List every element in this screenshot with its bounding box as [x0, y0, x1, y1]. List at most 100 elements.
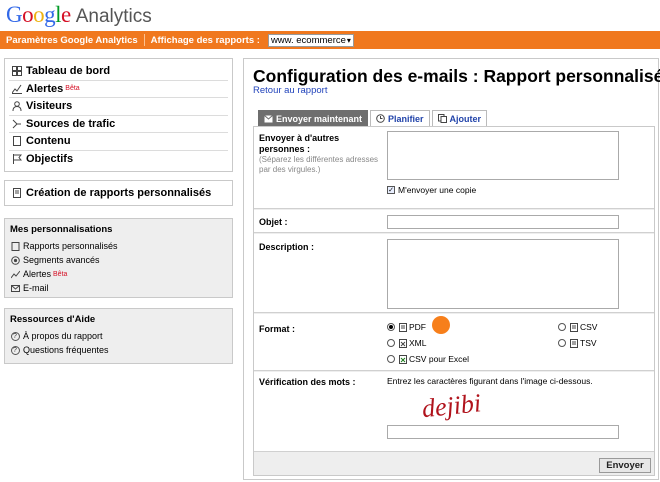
sidebar-item-label: Visiteurs	[26, 100, 73, 113]
perso-item-label: Alertes	[23, 269, 52, 279]
description-field[interactable]	[387, 239, 619, 309]
format-label-pdf: PDF	[409, 322, 426, 332]
personalisations-panel: Mes personnalisations Rapports personnal…	[4, 218, 233, 298]
recipients-field[interactable]	[387, 131, 619, 180]
google-wordmark: Google	[6, 2, 71, 27]
send-copy-row[interactable]: ✓ M'envoyer une copie	[387, 185, 476, 195]
report-icon	[12, 188, 22, 198]
beta-badge: Bêta	[65, 85, 80, 93]
flag-icon	[12, 154, 22, 165]
page-title: Configuration des e-mails : Rapport pers…	[253, 66, 660, 86]
format-radio-xml[interactable]	[387, 339, 395, 347]
sidebar-nav: Tableau de bord Alertes Bêta Visiteurs So…	[4, 58, 233, 172]
format-radio-csv[interactable]	[558, 323, 566, 331]
back-to-report-link[interactable]: Retour au rapport	[253, 85, 327, 96]
email-form: Envoyer à d'autres personnes : (Séparez …	[253, 126, 655, 476]
format-option-pdf[interactable]: PDF	[387, 322, 426, 332]
perso-item-label: E-mail	[23, 283, 49, 293]
alerts-icon	[10, 269, 20, 279]
format-label-tsv: TSV	[580, 338, 597, 348]
sidebar-item-label: Tableau de bord	[26, 65, 111, 78]
captcha-field[interactable]	[387, 425, 619, 439]
person-icon	[12, 101, 22, 112]
format-label-csv: CSV	[580, 322, 598, 332]
tab-label: Planifier	[388, 113, 424, 124]
captcha-label: Vérification des mots :	[259, 377, 356, 387]
alerts-icon	[12, 84, 22, 94]
tab-send-now[interactable]: Envoyer maintenant	[258, 110, 369, 126]
settings-link[interactable]: Paramètres Google Analytics	[0, 35, 144, 46]
clock-icon	[376, 114, 385, 124]
tsv-file-icon	[569, 338, 578, 348]
format-radio-tsv[interactable]	[558, 339, 566, 347]
xml-file-icon	[398, 338, 407, 348]
help-item-about-report[interactable]: ? À propos du rapport	[10, 329, 227, 343]
segments-icon	[10, 255, 20, 265]
sidebar-item-traffic-sources[interactable]: Sources de trafic	[9, 116, 228, 133]
sidebar-item-alerts[interactable]: Alertes Bêta	[9, 81, 228, 98]
recipients-hint: (Séparez les différentes adresses par de…	[259, 155, 379, 174]
send-button[interactable]: Envoyer	[599, 458, 651, 473]
perso-item-segments[interactable]: Segments avancés	[10, 253, 227, 267]
sidebar-item-label: Sources de trafic	[26, 117, 116, 130]
copy-icon	[437, 114, 447, 124]
format-option-xml[interactable]: XML	[387, 338, 426, 348]
help-icon: ?	[10, 331, 20, 341]
help-panel: Ressources d'Aide ? À propos du rapport …	[4, 308, 233, 364]
excel-file-icon	[398, 354, 407, 364]
view-reports-label: Affichage des rapports :	[150, 34, 260, 46]
help-item-label: À propos du rapport	[23, 331, 103, 341]
help-title: Ressources d'Aide	[10, 314, 96, 325]
sidebar-item-label: Contenu	[26, 135, 71, 148]
top-navigation-bar: Paramètres Google Analytics Affichage de…	[0, 31, 660, 49]
personalisations-title: Mes personnalisations	[10, 224, 113, 235]
help-item-label: Questions fréquentes	[23, 345, 109, 355]
perso-item-custom-reports[interactable]: Rapports personnalisés	[10, 239, 227, 253]
beta-badge: Bêta	[53, 270, 68, 278]
cursor-marker	[432, 316, 450, 334]
sidebar-item-label: Alertes	[26, 82, 64, 95]
captcha-instruction: Entrez les caractères figurant dans l'im…	[387, 376, 593, 386]
format-radio-pdf[interactable]	[387, 323, 395, 331]
captcha-image: dejibi	[414, 387, 524, 423]
format-option-tsv[interactable]: TSV	[558, 338, 597, 348]
recipients-label: Envoyer à d'autres personnes :	[259, 133, 340, 154]
profile-select-value: www. ecommerce	[270, 34, 346, 46]
sidebar-item-goals[interactable]: Objectifs	[9, 151, 228, 169]
perso-item-email[interactable]: E-mail	[10, 281, 227, 295]
help-icon: ?	[10, 345, 20, 355]
profile-select[interactable]: www. ecommerce ▾	[267, 33, 354, 47]
tab-schedule[interactable]: Planifier	[370, 110, 430, 126]
content-icon	[12, 136, 22, 147]
custom-reports-link[interactable]: Création de rapports personnalisés	[4, 180, 233, 206]
send-copy-checkbox[interactable]: ✓	[387, 186, 395, 194]
csv-file-icon	[569, 322, 578, 332]
pdf-file-icon	[398, 322, 407, 332]
format-label-csv-excel: CSV pour Excel	[409, 354, 469, 364]
product-name: Analytics	[75, 6, 152, 27]
perso-item-alerts[interactable]: Alertes Bêta	[10, 267, 227, 281]
format-option-csv[interactable]: CSV	[558, 322, 597, 332]
help-item-faq[interactable]: ? Questions fréquentes	[10, 343, 227, 357]
subject-field[interactable]	[387, 215, 619, 229]
tab-add[interactable]: Ajouter	[431, 110, 488, 126]
custom-reports-label: Création de rapports personnalisés	[26, 187, 212, 199]
sidebar-item-dashboard[interactable]: Tableau de bord	[9, 63, 228, 81]
subject-label: Objet :	[259, 217, 288, 227]
sidebar-item-label: Objectifs	[26, 153, 74, 166]
format-label: Format :	[259, 324, 295, 334]
envelope-icon	[10, 283, 20, 293]
report-icon	[10, 241, 20, 251]
tab-label: Envoyer maintenant	[276, 113, 363, 124]
perso-item-label: Segments avancés	[23, 255, 100, 265]
format-radio-csv-excel[interactable]	[387, 355, 395, 363]
format-option-csv-excel[interactable]: CSV pour Excel	[387, 354, 469, 364]
tab-label: Ajouter	[449, 113, 482, 124]
format-label-xml: XML	[409, 338, 427, 348]
sidebar-item-content[interactable]: Contenu	[9, 133, 228, 151]
sidebar-item-visitors[interactable]: Visiteurs	[9, 98, 228, 116]
google-analytics-logo[interactable]: Google Analytics	[6, 2, 152, 28]
perso-item-label: Rapports personnalisés	[23, 241, 118, 251]
envelope-icon	[264, 114, 273, 124]
chevron-down-icon: ▾	[346, 35, 351, 45]
